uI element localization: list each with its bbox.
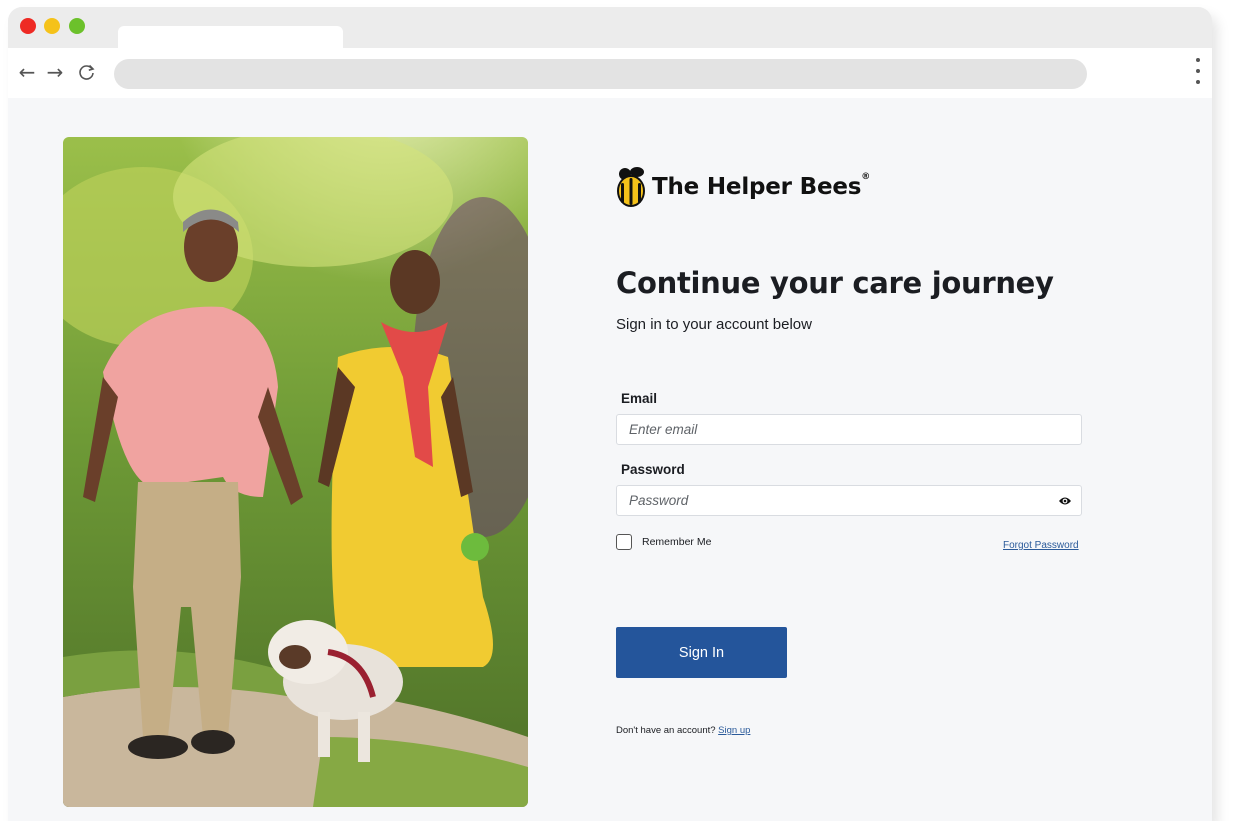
maximize-window-button[interactable]: [69, 18, 85, 34]
page-title: Continue your care journey: [616, 266, 1054, 300]
signup-prompt: Don't have an account? Sign up: [616, 725, 750, 736]
bee-icon: [617, 167, 645, 207]
reload-icon[interactable]: [76, 59, 98, 85]
email-field[interactable]: [617, 415, 1049, 444]
address-bar[interactable]: [114, 59, 1087, 89]
close-window-button[interactable]: [20, 18, 36, 34]
password-field-container: [616, 485, 1082, 516]
browser-window: ← → The Helper Bees® Continue your care …: [8, 7, 1212, 821]
password-field[interactable]: [617, 486, 1049, 515]
kebab-menu-icon[interactable]: [1192, 58, 1204, 84]
remember-me-checkbox[interactable]: [616, 534, 632, 550]
brand-name: The Helper Bees®: [652, 172, 871, 200]
back-arrow-icon[interactable]: ←: [16, 59, 38, 85]
hero-photo: [63, 137, 528, 807]
page-subtitle: Sign in to your account below: [616, 316, 812, 333]
browser-toolbar: ← →: [8, 48, 1212, 98]
forward-arrow-icon[interactable]: →: [44, 59, 66, 85]
sign-in-button[interactable]: Sign In: [616, 627, 787, 678]
sign-up-link[interactable]: Sign up: [718, 725, 750, 736]
brand-logo[interactable]: The Helper Bees®: [616, 164, 870, 210]
minimize-window-button[interactable]: [44, 18, 60, 34]
browser-tab[interactable]: [118, 26, 343, 48]
signup-prompt-text: Don't have an account?: [616, 725, 716, 736]
email-field-container: [616, 414, 1082, 445]
registered-mark: ®: [861, 172, 871, 182]
remember-me-label[interactable]: Remember Me: [642, 536, 711, 548]
email-label: Email: [621, 391, 658, 406]
eye-icon[interactable]: [1058, 495, 1072, 507]
forgot-password-link[interactable]: Forgot Password: [1003, 540, 1079, 551]
tab-bar: [8, 7, 1212, 48]
password-label: Password: [621, 462, 685, 477]
